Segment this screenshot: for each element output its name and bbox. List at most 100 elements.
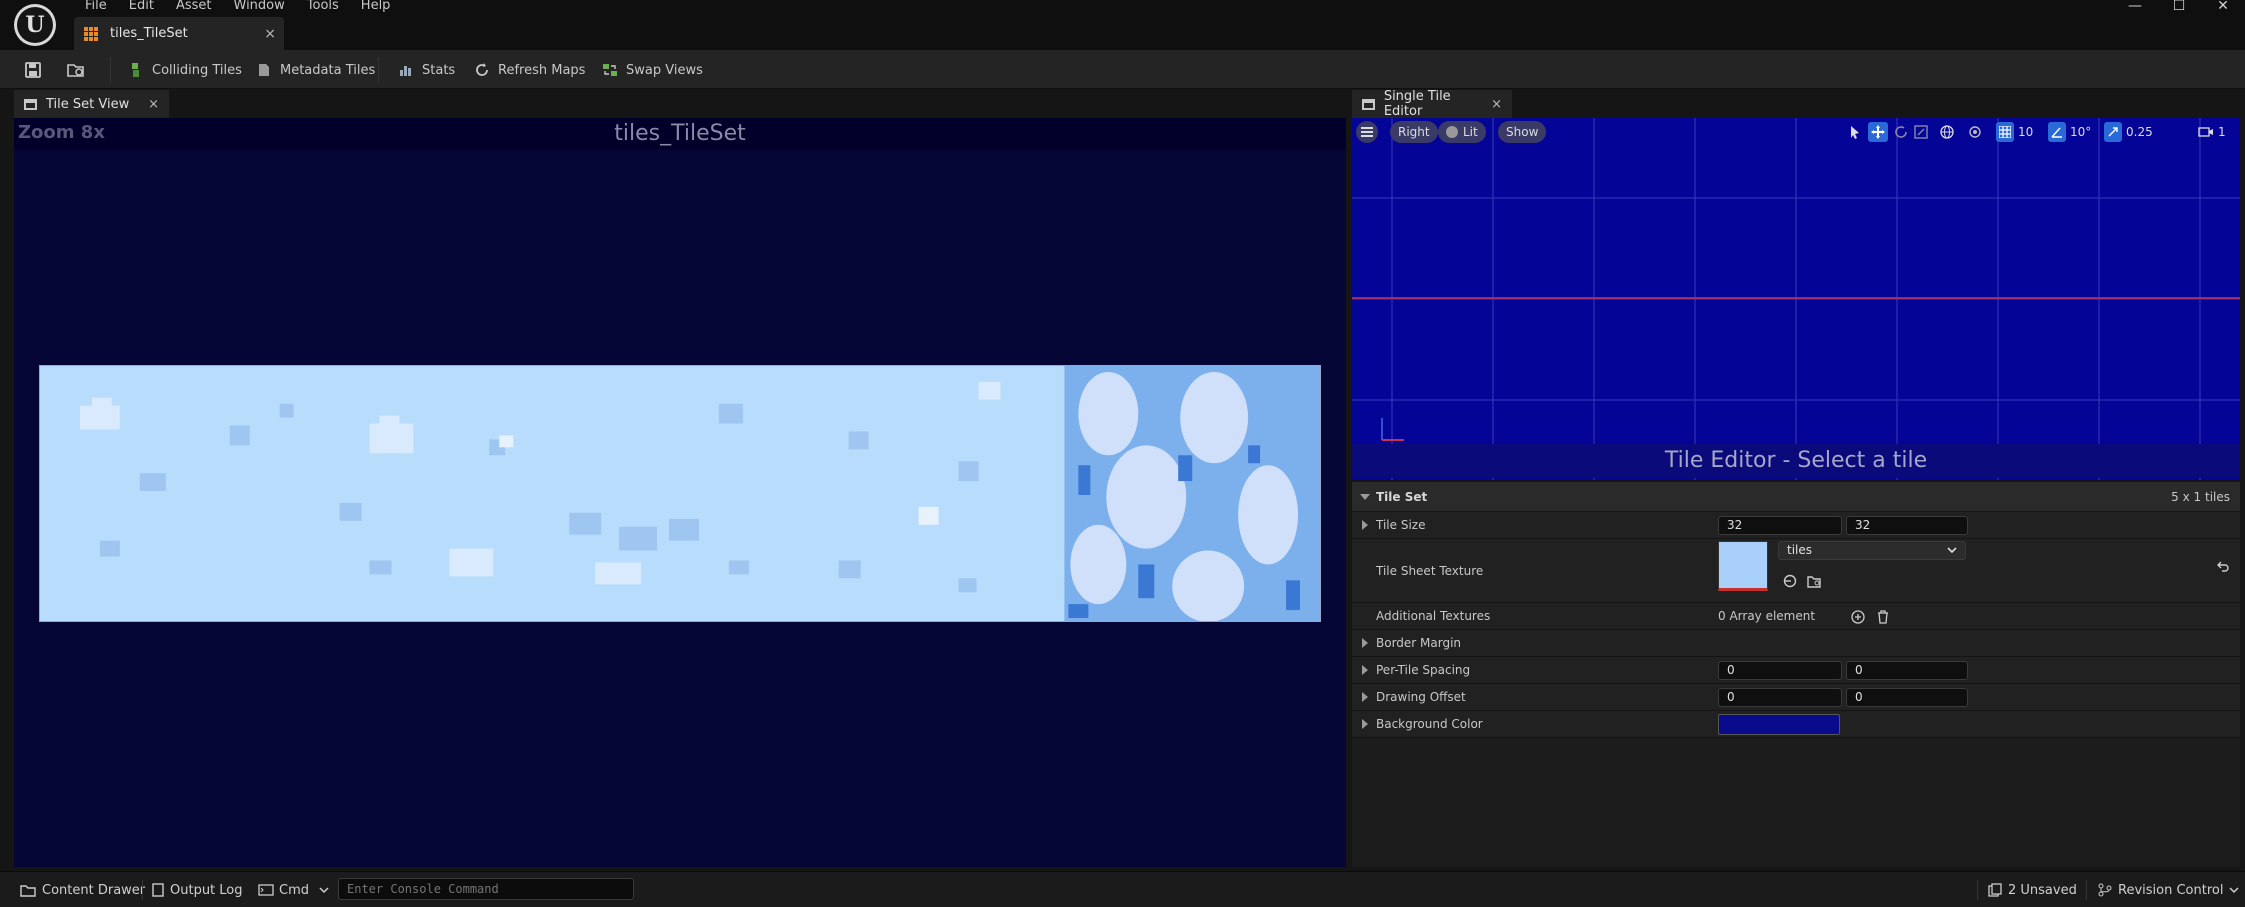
view-mode-button[interactable]: Right (1390, 121, 1438, 143)
rotation-snap-value[interactable]: 10° (2070, 122, 2091, 142)
output-log-button[interactable]: Output Log (152, 880, 243, 900)
metadata-tiles-label: Metadata Tiles (280, 62, 376, 78)
browse-asset-button[interactable] (66, 58, 86, 82)
additional-textures-label: Additional Textures (1376, 609, 1491, 623)
translate-tool-button[interactable] (1868, 122, 1888, 142)
expand-arrow-icon[interactable] (1362, 665, 1368, 675)
content-drawer-label: Content Drawer (42, 882, 146, 898)
colliding-tiles-label: Colliding Tiles (152, 62, 242, 78)
tile-sheet-texture-row: Tile Sheet Texture tiles (1352, 539, 2240, 603)
cmd-label: Cmd (279, 882, 309, 898)
scale-snap-value[interactable]: 0.25 (2126, 122, 2153, 142)
menu-help[interactable]: Help (350, 0, 402, 14)
per-tile-spacing-y-field[interactable]: 0 (1846, 661, 1968, 680)
use-selected-asset-icon[interactable] (1782, 573, 1798, 589)
save-button[interactable] (24, 58, 42, 82)
console-command-input[interactable] (338, 878, 634, 900)
document-tab-label: tiles_TileSet (110, 26, 188, 41)
delete-all-icon[interactable] (1876, 609, 1890, 625)
texture-asset-picker[interactable]: tiles (1778, 541, 1966, 560)
select-tool-button[interactable] (1849, 122, 1861, 142)
tile-set-section-header[interactable]: Tile Set 5 x 1 tiles (1352, 482, 2240, 512)
camera-speed-button[interactable]: 1 (2198, 122, 2226, 142)
scale-tool-button[interactable] (1914, 122, 1928, 142)
coordinate-space-button[interactable] (1940, 122, 1954, 142)
metadata-tiles-icon (259, 64, 269, 76)
rotate-tool-button[interactable] (1894, 122, 1908, 142)
tab-single-tile-editor[interactable]: Single Tile Editor × (1352, 89, 1512, 119)
drawing-offset-y-field[interactable]: 0 (1846, 688, 1968, 707)
viewport-options-button[interactable] (1356, 121, 1378, 143)
swap-views-button[interactable]: Swap Views (602, 58, 703, 82)
save-icon (25, 62, 41, 78)
unsaved-button[interactable]: 2 Unsaved (1988, 880, 2077, 900)
minimize-button[interactable]: — (2113, 0, 2157, 14)
border-margin-row: Border Margin (1352, 630, 2240, 657)
title-bar: U File Edit Asset Window Tools Help tile… (0, 0, 2245, 50)
cmd-dropdown[interactable]: Cmd (258, 880, 329, 900)
tab-tile-set-view[interactable]: Tile Set View × (14, 90, 169, 118)
expand-arrow-icon[interactable] (1362, 520, 1368, 530)
viewport-toolbar: Right Lit Show 10 10° 0.25 1 (1352, 118, 2240, 148)
tile-set-header: Zoom 8x tiles_TileSet (14, 118, 1346, 150)
lit-button[interactable]: Lit (1438, 121, 1486, 143)
close-icon[interactable]: × (264, 26, 276, 42)
tab-single-tile-editor-label: Single Tile Editor (1383, 89, 1451, 119)
menu-tools[interactable]: Tools (296, 0, 350, 14)
tile-size-x-field[interactable]: 32 (1718, 516, 1842, 535)
show-button[interactable]: Show (1498, 121, 1547, 143)
metadata-tiles-button[interactable]: Metadata Tiles (256, 58, 375, 82)
background-color-row: Background Color (1352, 711, 2240, 738)
background-color-swatch[interactable] (1718, 714, 1840, 735)
document-tab[interactable]: tiles_TileSet × (74, 17, 284, 50)
border-margin-label: Border Margin (1376, 636, 1462, 650)
rotation-snap-toggle[interactable] (2048, 122, 2066, 142)
add-element-icon[interactable] (1850, 609, 1866, 625)
unreal-logo-icon[interactable]: U (14, 4, 56, 46)
per-tile-spacing-x-field[interactable]: 0 (1718, 661, 1842, 680)
menu-file[interactable]: File (74, 0, 118, 14)
close-window-button[interactable]: ✕ (2201, 0, 2245, 14)
details-panel: Tile Set 5 x 1 tiles Tile Size 32 32 Til… (1352, 482, 2240, 867)
tile-set-viewport[interactable]: Zoom 8x tiles_TileSet (14, 118, 1346, 867)
browse-asset-icon[interactable] (1806, 573, 1822, 589)
close-icon[interactable]: × (148, 97, 159, 112)
unsaved-label: 2 Unsaved (2008, 882, 2077, 898)
refresh-maps-button[interactable]: Refresh Maps (474, 58, 585, 82)
expand-arrow-icon[interactable] (1362, 692, 1368, 702)
tile-sheet-image[interactable] (39, 365, 1321, 622)
tile-editor-message: Tile Editor - Select a tile (1352, 444, 2240, 478)
collapse-arrow-icon[interactable] (1360, 494, 1370, 500)
grid-snap-value[interactable]: 10 (2018, 122, 2033, 142)
expand-arrow-icon[interactable] (1362, 638, 1368, 648)
globe-icon (1940, 125, 1954, 139)
colliding-tiles-button[interactable]: Colliding Tiles (128, 58, 242, 82)
panel-icon (1362, 98, 1375, 110)
content-drawer-button[interactable]: Content Drawer (20, 880, 145, 900)
cursor-icon (1851, 126, 1859, 139)
surface-snap-button[interactable] (1968, 122, 1982, 142)
reset-to-default-icon[interactable] (2216, 559, 2230, 573)
menu-window[interactable]: Window (223, 0, 296, 14)
maximize-button[interactable]: ☐ (2157, 0, 2201, 14)
texture-thumbnail[interactable] (1718, 541, 1768, 591)
single-tile-viewport[interactable]: Right Lit Show 10 10° 0.25 1 Tile Editor… (1352, 118, 2240, 480)
chevron-down-icon (2229, 886, 2239, 893)
lit-label: Lit (1463, 125, 1478, 139)
unsaved-files-icon (1988, 883, 2002, 897)
drawing-offset-row: Drawing Offset 0 0 (1352, 684, 2240, 711)
menu-edit[interactable]: Edit (118, 0, 165, 14)
close-icon[interactable]: × (1491, 97, 1502, 112)
stats-button[interactable]: Stats (398, 58, 455, 82)
expand-arrow-icon[interactable] (1362, 719, 1368, 729)
menu-bar: File Edit Asset Window Tools Help (74, 0, 401, 14)
scale-snap-toggle[interactable] (2104, 122, 2122, 142)
tile-size-y-field[interactable]: 32 (1846, 516, 1968, 535)
revision-control-button[interactable]: Revision Control (2098, 880, 2239, 900)
drawing-offset-x-field[interactable]: 0 (1718, 688, 1842, 707)
grid-snap-toggle[interactable] (1996, 122, 2014, 142)
tile-size-row: Tile Size 32 32 (1352, 512, 2240, 539)
stats-label: Stats (422, 62, 456, 78)
panel-icon (24, 98, 37, 110)
menu-asset[interactable]: Asset (165, 0, 223, 14)
